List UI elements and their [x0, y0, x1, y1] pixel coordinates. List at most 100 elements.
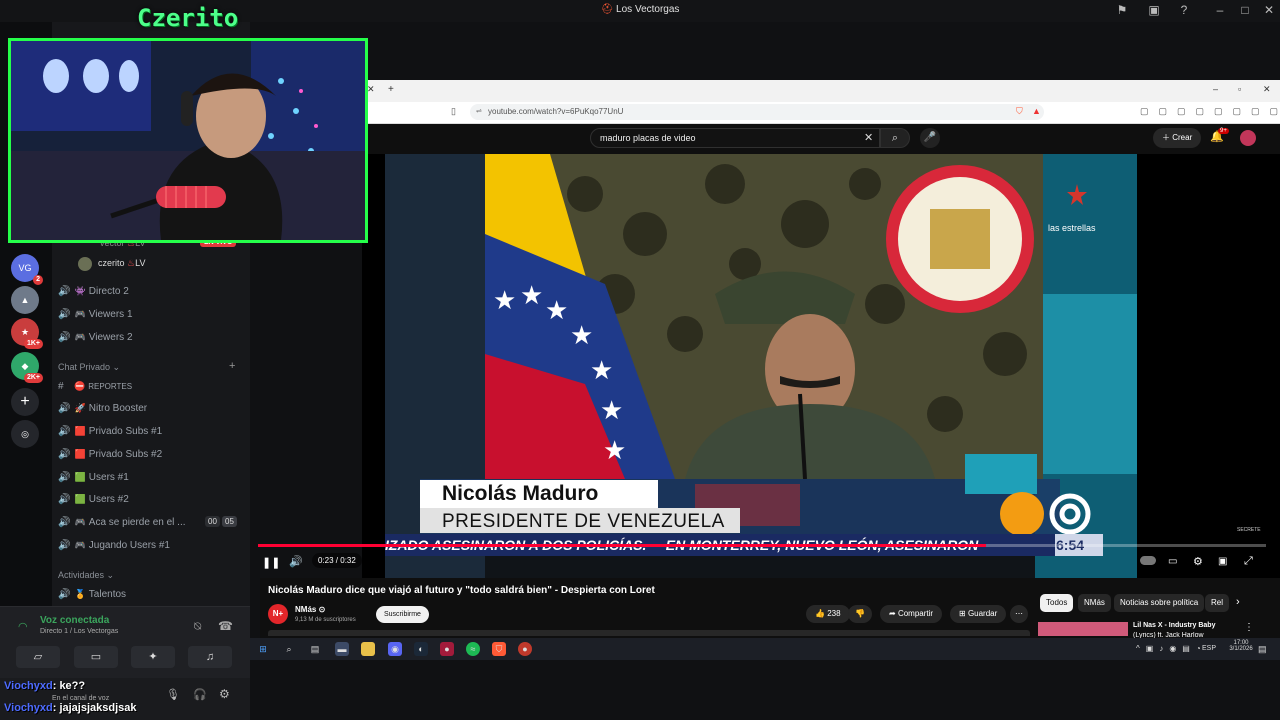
channel-jugando-users-1[interactable]: 🔊 🎮 Jugando Users #1 [58, 536, 170, 554]
windows-start-icon[interactable]: ⊞ [256, 642, 270, 656]
minimize-button[interactable]: – [1213, 84, 1218, 94]
new-tab-icon[interactable]: + [388, 84, 394, 95]
category-chat-privado[interactable]: Chat Privado ⌄ [58, 362, 120, 373]
channel-directo-2[interactable]: 🔊 👾 Directo 2 [58, 282, 129, 300]
corner-watermark: SECRETE [1237, 527, 1261, 533]
channel-viewers-2[interactable]: 🔊 🎮 Viewers 2 [58, 328, 133, 346]
channel-users-2[interactable]: 🔊 🟩 Users #2 [58, 490, 129, 508]
voice-member[interactable]: czerito ♨LV [98, 258, 145, 269]
channel-aca-se-pierde[interactable]: 🔊 🎮 Aca se pierde en el ... [58, 513, 186, 531]
voice-channel-link[interactable]: Directo 1 / Los Vectorgas [40, 628, 118, 635]
hashtag-icon: # [58, 381, 64, 392]
site-info-icon[interactable]: ⇌ [476, 107, 482, 115]
add-channel-icon[interactable]: + [229, 360, 235, 372]
brave-shield-icon[interactable]: ⛉ [1016, 106, 1023, 117]
explore-icon[interactable]: ◎ [11, 420, 39, 448]
screen-share-button[interactable]: ▭ [74, 646, 118, 668]
file-explorer-icon[interactable] [361, 642, 375, 656]
rewards-icon[interactable]: ▲ [1032, 106, 1041, 116]
spotify-icon[interactable]: ≈ [466, 642, 480, 656]
like-button[interactable]: 👍 238 [806, 605, 850, 623]
channel-avatar[interactable]: N+ [268, 604, 288, 624]
discord-icon[interactable]: ◉ [388, 642, 402, 656]
language-indicator[interactable]: ESP [1202, 645, 1216, 652]
chip-todos[interactable]: Todos [1040, 594, 1074, 612]
channel-reportes[interactable]: # ⛔ REPORTES [58, 377, 132, 395]
clock[interactable]: 17:00 3/1/2026 [1228, 640, 1254, 652]
url-input[interactable]: youtube.com/watch?v=6PuKqo77UnU [470, 104, 1044, 120]
channel-viewers-1[interactable]: 🔊 🎮 Viewers 1 [58, 305, 133, 323]
minimize-button[interactable]: – [1212, 3, 1228, 17]
autoplay-toggle[interactable] [1140, 556, 1156, 565]
channel-talentos[interactable]: 🔊 🏅 Talentos [58, 585, 126, 603]
webcam-overlay [8, 38, 368, 243]
category-actividades[interactable]: Actividades ⌄ [58, 570, 114, 581]
app-icon[interactable]: ● [518, 642, 532, 656]
channel-nitro-booster[interactable]: 🔊 🚀 Nitro Booster [58, 399, 147, 417]
chip-nmas[interactable]: NMás [1078, 594, 1111, 612]
maximize-button[interactable]: □ [1237, 3, 1253, 17]
time-display: 0:23 / 0:32 [312, 553, 362, 568]
captions-icon[interactable]: ▭ [1168, 556, 1177, 567]
disconnect-icon[interactable]: ☎ [218, 619, 233, 633]
brave-icon[interactable]: ⛉ [492, 642, 506, 656]
close-button[interactable]: ✕ [1261, 3, 1277, 17]
channel-users-1[interactable]: 🔊 🟩 Users #1 [58, 468, 129, 486]
bookmark-icon[interactable]: ▯ [451, 106, 456, 117]
settings-icon[interactable]: ⚙ [219, 687, 230, 701]
miniplayer-icon[interactable]: ▣ [1218, 556, 1227, 567]
tray-icons[interactable]: ^▣♪◉▤◔ [1136, 644, 1207, 653]
recommendation-title[interactable]: Lil Nas X - Industry Baby [1133, 622, 1215, 629]
settings-icon[interactable]: ⚙ [1193, 555, 1203, 568]
chip-related[interactable]: Rel [1205, 594, 1229, 612]
add-server-icon[interactable]: + [11, 388, 39, 416]
activities-button[interactable]: ✦ [131, 646, 175, 668]
maximize-button[interactable]: ▫ [1238, 84, 1241, 94]
steam-icon[interactable]: ◐ [414, 642, 428, 656]
dislike-button[interactable]: 👎 [848, 605, 872, 623]
channel-name[interactable]: NMás ⊙ [295, 605, 325, 614]
noise-icon[interactable]: ⍉ [194, 619, 201, 634]
user-limit: 05 [222, 516, 237, 527]
chip-politica[interactable]: Noticias sobre política [1114, 594, 1205, 612]
pause-icon[interactable]: ❚❚ [262, 556, 280, 569]
flag-icon[interactable]: ⚑ [1114, 3, 1130, 17]
subscribe-button[interactable]: Suscribirme [376, 606, 429, 623]
close-tab-icon[interactable]: ✕ [367, 84, 375, 95]
channel-privado-subs-2[interactable]: 🔊 🟥 Privado Subs #2 [58, 445, 162, 463]
create-button[interactable]: ＋ Crear [1153, 128, 1202, 148]
fullscreen-icon[interactable]: ⤢ [1244, 555, 1253, 568]
headphones-icon[interactable]: 🎧 [193, 688, 207, 701]
server-icon[interactable]: VG 2 [11, 254, 43, 285]
notifications-icon[interactable]: ▤ [1258, 644, 1267, 655]
soundboard-button[interactable]: ♫ [188, 646, 232, 668]
extension-icons[interactable]: ▢▢▢▢▢▢▢▢ [1140, 106, 1280, 117]
mic-icon[interactable]: 🎙 [166, 688, 180, 701]
task-view-icon[interactable]: ▤ [308, 642, 322, 656]
app-icon[interactable]: ▬ [335, 642, 349, 656]
more-vert-icon[interactable]: ⋮ [1244, 622, 1254, 633]
volume-icon[interactable]: 🔊 [289, 555, 303, 568]
channel-privado-subs-1[interactable]: 🔊 🟥 Privado Subs #1 [58, 422, 162, 440]
speaker-icon: 🔊 [58, 286, 71, 297]
chevron-right-icon[interactable]: › [1236, 596, 1240, 608]
server-icon[interactable]: ◆ 2K+ [11, 352, 43, 383]
search-input[interactable]: maduro placas de video [590, 128, 880, 148]
camera-button[interactable]: ▱ [16, 646, 60, 668]
server-icon[interactable]: ★ 1K+ [11, 318, 43, 349]
save-button[interactable]: ⊞ Guardar [950, 605, 1007, 623]
app-icon[interactable]: ● [440, 642, 454, 656]
inbox-icon[interactable]: ▣ [1146, 3, 1162, 17]
share-button[interactable]: ➦ Compartir [880, 605, 943, 623]
search-button[interactable]: ⌕ [880, 128, 910, 148]
recommendation-thumbnail[interactable] [1038, 622, 1128, 636]
more-actions-button[interactable]: ⋯ [1010, 605, 1028, 623]
clear-search-icon[interactable]: ✕ [864, 131, 873, 144]
search-icon[interactable]: ⌕ [282, 642, 296, 656]
mic-icon[interactable]: 🎤 [920, 128, 940, 148]
close-button[interactable]: ✕ [1263, 84, 1271, 95]
avatar[interactable] [1240, 130, 1256, 146]
help-icon[interactable]: ? [1176, 3, 1192, 17]
browser-tabbar [362, 80, 1280, 102]
server-icon[interactable]: ▲ [11, 286, 39, 314]
